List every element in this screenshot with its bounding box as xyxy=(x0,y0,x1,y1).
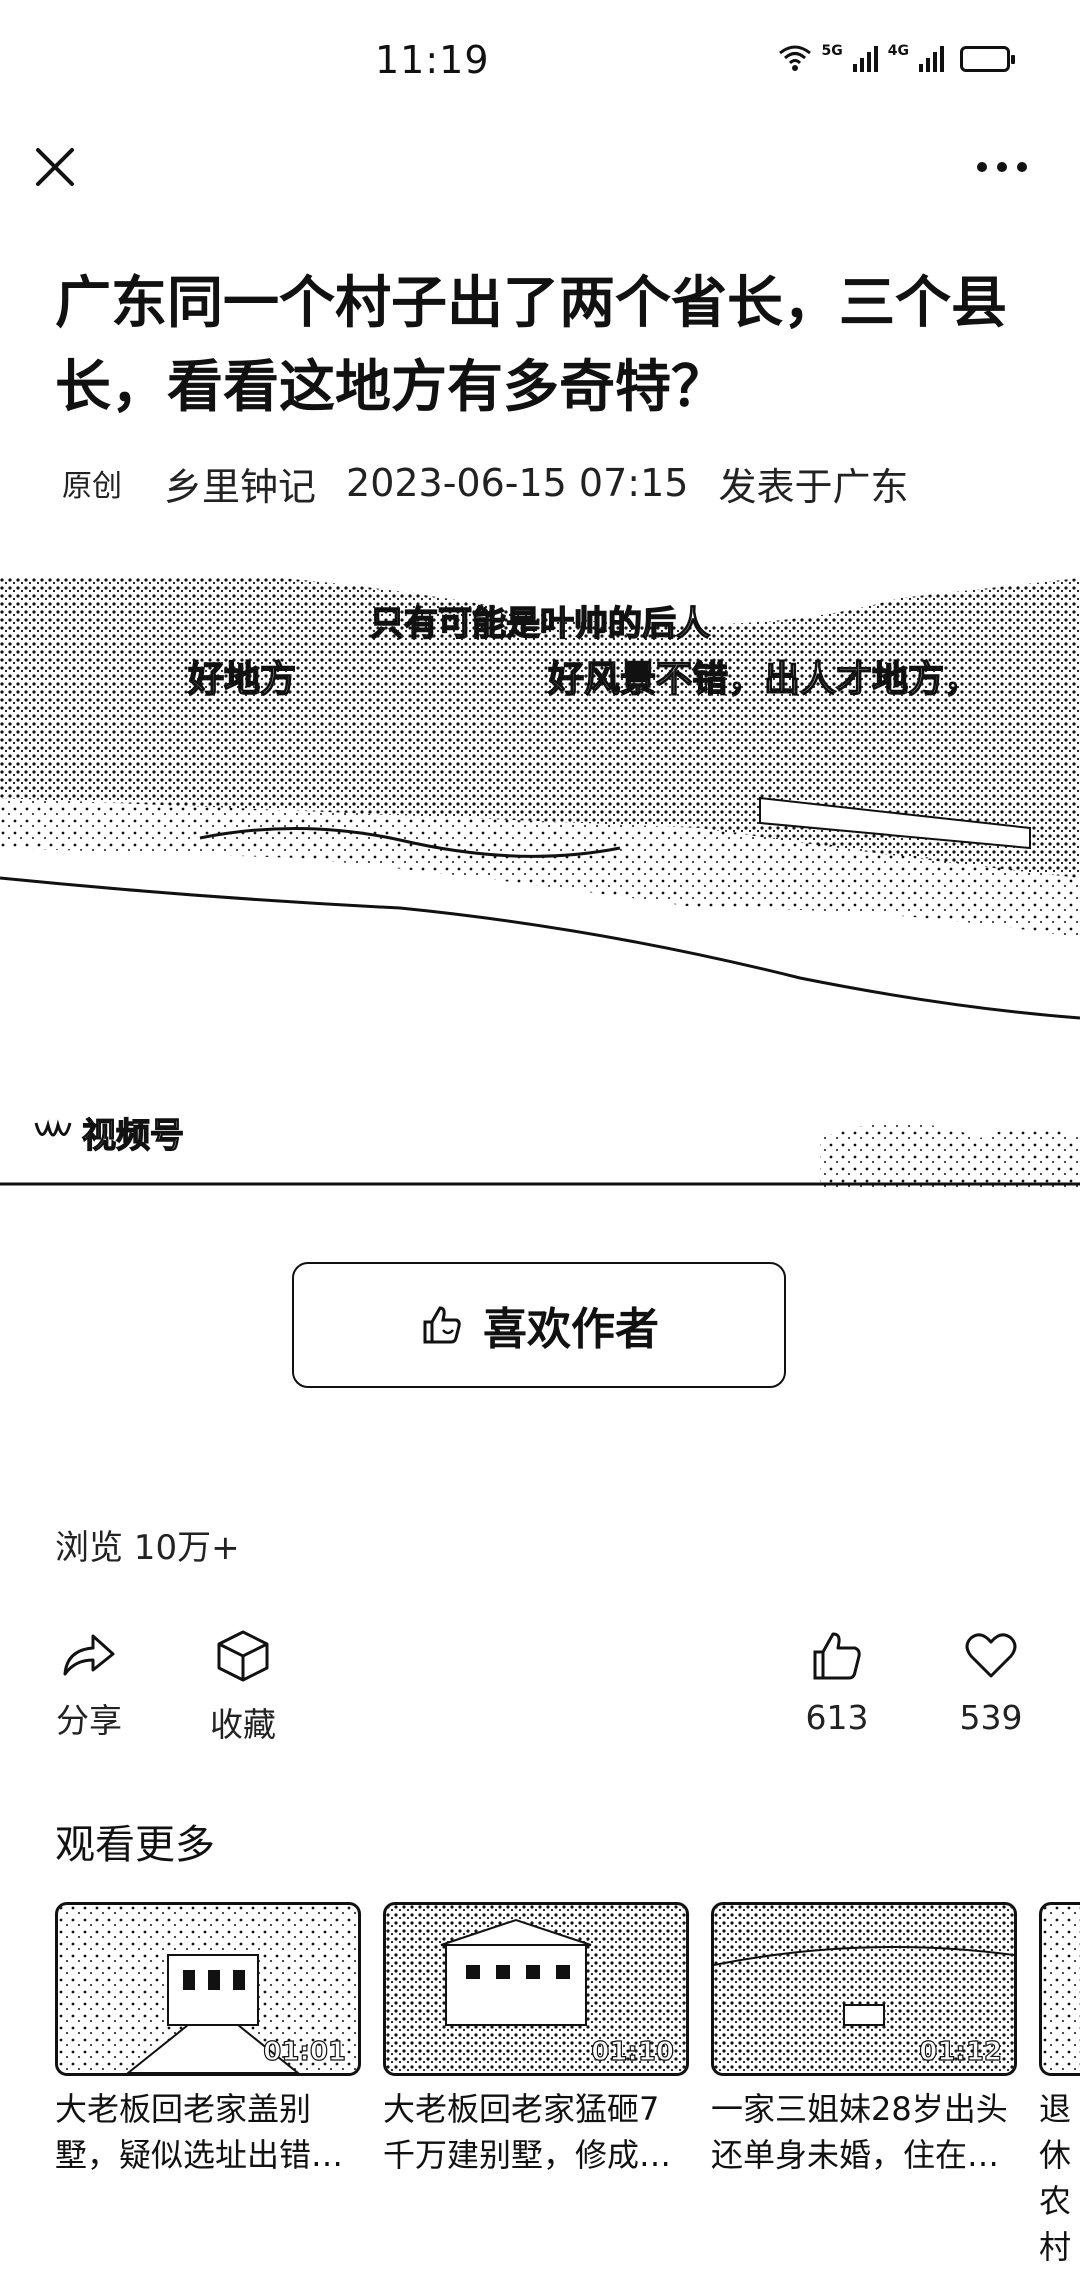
like-author-button[interactable]: 喜欢作者 xyxy=(292,1262,786,1388)
wifi-icon xyxy=(778,45,811,71)
battery-icon xyxy=(960,46,1015,72)
video-title: 大老板回老家盖别墅，疑似选址出错… xyxy=(55,2090,344,2174)
recommended-video-card[interactable]: 退休农村 xyxy=(1039,1902,1080,2270)
thumb-up-icon xyxy=(423,1306,461,1344)
video-title: 大老板回老家猛砸7千万建别墅，修成… xyxy=(383,2090,672,2174)
recommended-video-card[interactable]: 01:10 大老板回老家猛砸7千万建别墅，修成… xyxy=(383,1902,689,2178)
status-bar: 11:19 5G 4G xyxy=(0,0,1080,130)
video-title: 一家三姐妹28岁出头还单身未婚，住在… xyxy=(711,2090,1008,2174)
collect-button[interactable]: 收藏 xyxy=(178,1628,308,1746)
share-icon xyxy=(63,1634,115,1676)
thumb-up-icon xyxy=(813,1632,861,1680)
close-icon xyxy=(36,148,74,186)
recommended-video-card[interactable]: 01:12 一家三姐妹28岁出头还单身未婚，住在… xyxy=(711,1902,1017,2178)
video-thumbnail-image xyxy=(1042,1905,1080,2073)
original-badge: 原创 xyxy=(62,469,122,504)
article-title: 广东同一个村子出了两个省长，三个县长，看看这地方有多奇特？ xyxy=(55,271,1007,420)
video-thumbnail xyxy=(1039,1902,1080,2076)
recommended-video-card[interactable]: 01:01 大老板回老家盖别墅，疑似选址出错… xyxy=(55,1902,361,2178)
share-button[interactable]: 分享 xyxy=(24,1628,154,1742)
video-duration: 01:12 xyxy=(919,2036,1003,2067)
video-subtitle-right: 好风景不错，出人才地方， xyxy=(547,658,981,701)
publish-location: 发表于广东 xyxy=(718,464,909,509)
cube-icon xyxy=(217,1630,269,1682)
heart-icon xyxy=(965,1633,1017,1678)
favorite-count: 539 xyxy=(959,1698,1023,1737)
video-subtitle-left: 好地方 xyxy=(187,658,297,701)
like-author-label: 喜欢作者 xyxy=(483,1304,659,1355)
video-duration: 01:10 xyxy=(591,2036,675,2067)
video-duration: 01:01 xyxy=(263,2036,347,2067)
article-meta: 原创 乡里钟记 2023-06-15 07:15 发表于广东 xyxy=(62,455,908,511)
more-button[interactable] xyxy=(972,152,1032,182)
video-title: 退休农村 xyxy=(1039,2090,1072,2266)
top-nav xyxy=(0,130,1080,210)
author-name[interactable]: 乡里钟记 xyxy=(164,456,316,511)
view-count: 浏览 10万+ xyxy=(55,1528,240,1568)
channel-watermark: 视频号 xyxy=(34,1108,185,1157)
collect-label: 收藏 xyxy=(210,1705,276,1744)
signal-icon xyxy=(852,44,878,72)
video-player[interactable]: 只有可能是叶帅的后人 好地方 好风景不错，出人才地方， 视频号 xyxy=(0,578,1080,1190)
publish-datetime: 2023-06-15 07:15 xyxy=(346,461,689,505)
share-label: 分享 xyxy=(56,1701,122,1740)
signal-1-label: 5G xyxy=(821,43,843,59)
like-count: 613 xyxy=(805,1698,869,1737)
channel-label: 视频号 xyxy=(81,1115,184,1156)
favorite-button[interactable]: 539 xyxy=(926,1628,1056,1737)
status-icons: 5G 4G xyxy=(778,43,1015,72)
more-dots-icon xyxy=(977,162,1027,172)
video-thumbnail: 01:10 xyxy=(383,1902,689,2076)
like-button[interactable]: 613 xyxy=(772,1628,902,1737)
video-thumbnail: 01:12 xyxy=(711,1902,1017,2076)
channel-logo-icon xyxy=(34,1118,72,1136)
video-thumbnail: 01:01 xyxy=(55,1902,361,2076)
video-subtitle-top: 只有可能是叶帅的后人 xyxy=(369,603,711,645)
status-time: 11:19 xyxy=(375,38,490,82)
signal-icon xyxy=(919,44,944,72)
signal-2-label: 4G xyxy=(887,43,909,59)
watch-more-header: 观看更多 xyxy=(55,1822,215,1868)
close-button[interactable] xyxy=(30,142,80,192)
